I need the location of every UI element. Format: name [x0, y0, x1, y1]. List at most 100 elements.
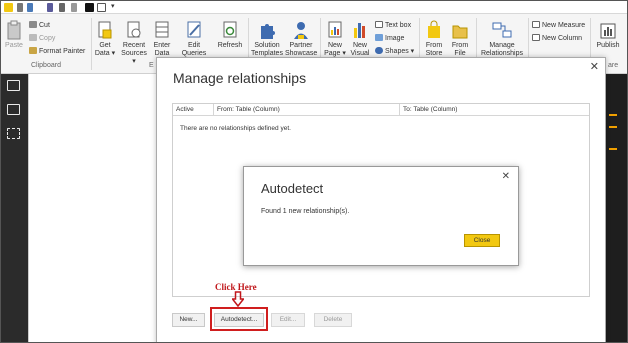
image-icon — [375, 34, 383, 41]
folder-icon — [452, 25, 468, 39]
cut-button[interactable]: Cut — [29, 21, 50, 30]
column-active: Active — [176, 106, 194, 113]
clipboard-group-label: Clipboard — [31, 62, 61, 69]
publish-icon — [600, 23, 616, 39]
quick-access-toolbar: ▾ — [1, 1, 627, 14]
solution-templates-button[interactable]: Solution Templates — [250, 20, 284, 58]
copy-button[interactable]: Copy — [29, 34, 55, 43]
copy-small-icon — [29, 34, 37, 41]
solution-templates-label-1: Solution — [254, 42, 280, 49]
new-measure-button[interactable]: New Measure — [532, 21, 585, 30]
color-swatch-icon[interactable] — [85, 3, 94, 12]
text-box-icon — [375, 21, 383, 28]
enter-data-label-1: Enter — [153, 42, 171, 49]
column-divider — [399, 104, 400, 116]
store-icon — [428, 20, 440, 38]
copy-label: Copy — [39, 35, 56, 42]
power-bi-window: ▾ Paste Cut Copy Format Painter Clipboar… — [0, 0, 628, 343]
edit-relationship-button[interactable]: Edit... — [271, 313, 305, 327]
column-to: To: Table (Column) — [403, 106, 458, 113]
pane-accent-mark — [609, 114, 617, 116]
get-data-label-2: Data ▾ — [94, 50, 116, 57]
scissors-icon — [29, 21, 37, 28]
from-file-label-1: From — [451, 42, 469, 49]
fields-pane — [605, 74, 627, 342]
blank-swatch-icon[interactable] — [97, 3, 106, 12]
get-data-icon — [98, 21, 112, 39]
column-divider — [213, 104, 214, 116]
relationships-view-icon[interactable] — [7, 128, 20, 139]
view-switcher-rail — [1, 74, 28, 342]
paste-icon — [7, 20, 21, 40]
edit-queries-label-1: Edit — [187, 42, 201, 49]
get-data-label-1: Get — [99, 42, 111, 49]
puzzle-icon — [261, 24, 275, 39]
new-column-label: New Column — [542, 35, 583, 42]
new-page-icon — [328, 21, 342, 38]
from-store-label-1: From — [425, 42, 443, 49]
app-logo-icon — [4, 3, 13, 12]
new-column-button[interactable]: New Column — [532, 34, 582, 43]
dialog-close-icon[interactable]: ✕ — [590, 60, 599, 73]
from-file-button[interactable]: From File — [448, 20, 472, 58]
shapes-label: Shapes ▾ — [385, 48, 415, 55]
enter-data-icon — [155, 21, 169, 38]
get-data-button[interactable]: Get Data ▾ — [94, 20, 116, 58]
cut-icon[interactable] — [59, 3, 65, 12]
refresh-label: Refresh — [217, 42, 243, 49]
popup-message: Found 1 new relationship(s). — [261, 208, 350, 215]
recent-sources-icon — [127, 21, 141, 38]
partner-showcase-label-1: Partner — [289, 42, 313, 49]
autodetect-popup: Autodetect ✕ Found 1 new relationship(s)… — [243, 166, 519, 266]
partner-showcase-button[interactable]: Partner Showcase — [285, 20, 317, 58]
share-group-label: are — [608, 62, 619, 69]
popup-close-icon[interactable]: ✕ — [502, 171, 510, 182]
recent-sources-button[interactable]: Recent Sources ▾ — [119, 20, 149, 66]
undo-icon[interactable] — [17, 3, 23, 12]
save-icon[interactable] — [47, 3, 53, 12]
table-header: Active From: Table (Column) To: Table (C… — [173, 104, 589, 116]
enter-data-button[interactable]: Enter Data — [151, 20, 173, 58]
refresh-button[interactable]: Refresh — [215, 20, 245, 50]
manage-relationships-label-1: Manage — [489, 42, 515, 49]
new-visual-button[interactable]: New Visual — [348, 20, 372, 58]
copy-icon[interactable] — [71, 3, 77, 12]
publish-button[interactable]: Publish — [593, 20, 623, 50]
down-arrow-icon — [232, 291, 244, 307]
external-data-group-label: E — [149, 62, 154, 69]
edit-queries-icon — [187, 21, 201, 38]
new-measure-label: New Measure — [542, 22, 586, 29]
new-page-label-1: New — [327, 42, 342, 49]
pencil-icon[interactable] — [27, 3, 33, 12]
calculator-icon — [532, 21, 540, 28]
image-button[interactable]: Image — [375, 34, 404, 43]
customize-dropdown-icon[interactable]: ▾ — [111, 2, 115, 10]
new-page-button[interactable]: New Page ▾ — [323, 20, 347, 58]
empty-message: There are no relationships defined yet. — [180, 125, 291, 132]
pane-accent-mark — [609, 126, 617, 128]
cut-label: Cut — [39, 22, 50, 29]
new-visual-label-1: New — [352, 42, 367, 49]
new-relationship-button[interactable]: New... — [172, 313, 205, 327]
paste-button[interactable]: Paste — [4, 20, 24, 50]
popup-close-button[interactable]: Close — [464, 234, 500, 247]
format-painter-button[interactable]: Format Painter — [29, 47, 85, 56]
report-view-icon[interactable] — [7, 80, 20, 91]
partner-icon — [294, 22, 308, 39]
text-box-button[interactable]: Text box — [375, 21, 411, 30]
delete-relationship-button[interactable]: Delete — [314, 313, 352, 327]
publish-label: Publish — [596, 42, 620, 49]
manage-relationships-button[interactable]: Manage Relationships — [479, 20, 525, 58]
recent-sources-label-1: Recent — [122, 42, 146, 49]
paste-label: Paste — [5, 42, 23, 49]
data-view-icon[interactable] — [7, 104, 20, 115]
format-painter-icon — [29, 47, 37, 54]
shapes-button[interactable]: Shapes ▾ — [375, 47, 414, 56]
ribbon-separator — [91, 18, 92, 70]
from-store-button[interactable]: From Store — [422, 20, 446, 58]
image-label: Image — [385, 35, 405, 42]
shapes-icon — [375, 47, 383, 54]
column-icon — [532, 34, 540, 41]
dialog-title: Manage relationships — [173, 70, 307, 86]
refresh-icon — [223, 21, 237, 38]
